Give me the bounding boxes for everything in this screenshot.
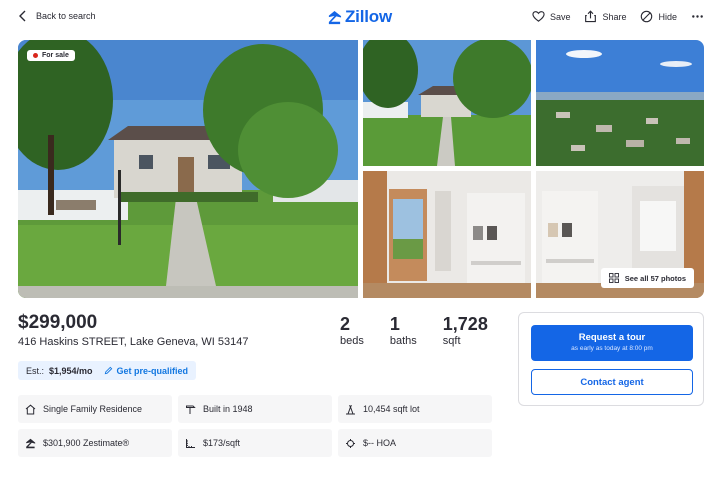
fact-price-per-sqft: $173/sqft [178,429,332,457]
hide-label: Hide [658,11,677,22]
status-badge: For sale [27,50,75,61]
home-stats: 2 beds 1 baths 1,728 sqft [340,314,514,347]
estimated-payment-banner: Est.: $1,954/mo Get pre-qualified [18,361,197,380]
listing-price: $299,000 [18,312,98,333]
heart-icon [532,11,545,22]
see-all-photos-button[interactable]: See all 57 photos [600,268,694,288]
baths-label: baths [389,335,417,347]
request-tour-sublabel: as early as today at 8:00 pm [571,345,653,352]
photo-entry[interactable] [363,171,531,298]
fact-lot-size: 10,454 sqft lot [338,395,492,423]
fact-home-type-text: Single Family Residence [43,404,143,414]
lot-icon [346,404,355,414]
pencil-icon [104,366,112,375]
request-tour-button[interactable]: Request a tour as early as today at 8:00… [531,325,693,361]
zillow-logo-icon [328,10,342,24]
baths-count: 1 [389,314,400,334]
request-tour-label: Request a tour [578,332,646,343]
fact-year-built-text: Built in 1948 [203,404,253,414]
share-label: Share [602,11,627,22]
aerial-view-image [536,40,704,166]
save-button[interactable]: Save [532,10,571,23]
main-house-photo[interactable]: For sale [18,40,358,298]
more-icon [692,15,703,18]
listing-actions: Save Share Hide [532,10,704,23]
fact-year-built: Built in 1948 [178,395,332,423]
fact-price-per-sqft-text: $173/sqft [203,438,241,448]
estimate-prefix: Est.: [26,365,45,376]
hoa-icon [346,438,355,448]
hide-button[interactable]: Hide [640,10,677,23]
for-sale-dot-icon [33,53,38,58]
grid-icon [608,273,619,283]
contact-agent-button[interactable]: Contact agent [531,369,693,395]
fact-home-type: Single Family Residence [18,395,172,423]
fact-zestimate[interactable]: $301,900 Zestimate® [18,429,172,457]
zillow-logo[interactable]: Zillow [327,7,392,27]
contact-agent-label: Contact agent [580,376,644,388]
top-bar: Back to search Zillow Save Share Hide [0,0,720,36]
baths-stat: 1 baths [390,314,417,347]
front-yard-image [363,40,531,166]
share-button[interactable]: Share [584,10,626,23]
fact-zestimate-text: $301,900 Zestimate® [43,438,130,448]
get-prequalified-label: Get pre-qualified [116,365,189,376]
share-icon [585,10,597,23]
sqft-stat: 1,728 sqft [443,314,488,347]
estimate-value: $1,954/mo [49,365,93,376]
house-exterior-image [18,40,358,298]
status-badge-label: For sale [42,52,69,59]
back-to-search-link[interactable]: Back to search [18,10,96,22]
beds-label: beds [340,335,364,347]
save-label: Save [549,11,571,22]
listing-address: 416 Haskins STREET, Lake Geneva, WI 5314… [18,336,249,348]
photo-aerial[interactable] [536,40,704,166]
back-to-search-label: Back to search [36,11,96,21]
sqft-label: sqft [442,335,461,347]
see-all-photos-label: See all 57 photos [624,273,686,283]
zillow-logo-text: Zillow [345,7,392,26]
hammer-icon [186,405,196,414]
home-facts: Single Family Residence Built in 1948 10… [18,395,494,459]
fact-hoa-text: $-- HOA [363,438,397,448]
fact-lot-size-text: 10,454 sqft lot [363,404,420,414]
zestimate-icon [26,438,36,448]
chevron-left-icon [19,10,26,22]
beds-count: 2 [340,314,351,334]
photo-mudroom[interactable]: See all 57 photos [536,171,704,298]
hide-icon [641,10,653,23]
fact-hoa: $-- HOA [338,429,492,457]
sqft-count: 1,728 [442,314,488,334]
photo-gallery: For sale See all 57 photos [18,40,704,298]
more-options-button[interactable] [691,10,704,23]
photo-front-yard[interactable] [363,40,531,166]
entry-interior-image [363,171,531,298]
get-prequalified-link[interactable]: Get pre-qualified [104,365,189,376]
ruler-icon [186,438,195,448]
contact-card: Request a tour as early as today at 8:00… [518,312,704,406]
house-icon [25,404,36,414]
beds-stat: 2 beds [340,314,364,347]
